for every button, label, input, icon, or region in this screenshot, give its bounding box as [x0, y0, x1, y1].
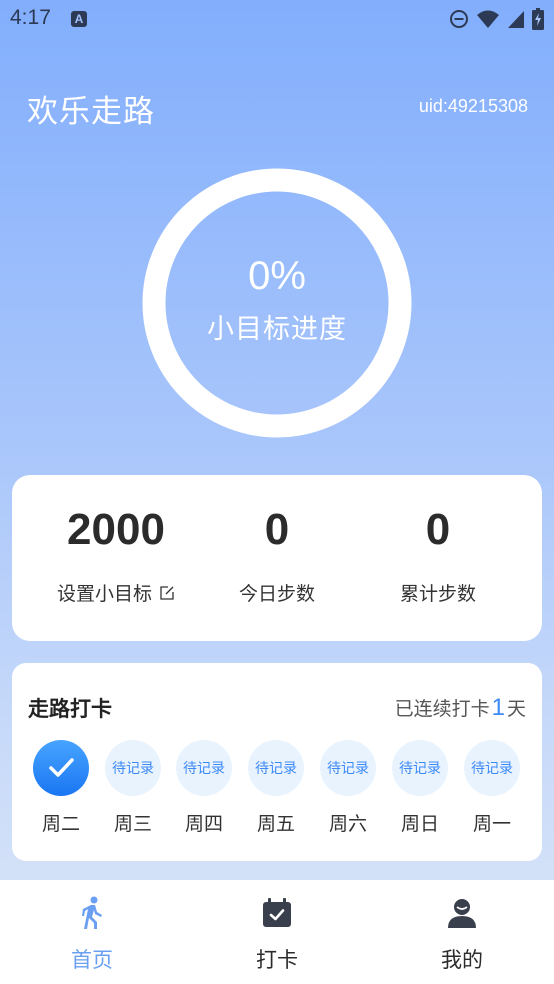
day-item[interactable]: 待记录 周五 [240, 740, 312, 836]
user-id: uid:49215308 [418, 96, 528, 116]
day-label: 周一 [472, 813, 511, 835]
day-circle-pending[interactable]: 待记录 [105, 740, 161, 796]
day-circle-pending[interactable]: 待记录 [176, 740, 232, 796]
bottom-nav: 首页 打卡 我的 [0, 880, 554, 984]
notification-app-icon: A [71, 11, 87, 27]
day-label: 周日 [400, 813, 439, 835]
edit-icon[interactable] [159, 585, 175, 601]
day-item[interactable]: 待记录 周三 [97, 740, 169, 836]
day-item[interactable]: 待记录 周四 [168, 740, 240, 836]
streak-suffix: 天 [506, 698, 526, 720]
streak-text: 已连续打卡 1 天 [395, 694, 526, 722]
stats-card: 2000 设置小目标 0 今日步数 0 累计步数 [12, 475, 542, 641]
calendar-check-icon [207, 896, 347, 930]
day-circle-pending[interactable]: 待记录 [320, 740, 376, 796]
stat-total-steps: 0 累计步数 [350, 475, 526, 606]
day-circle-pending[interactable]: 待记录 [464, 740, 520, 796]
day-label: 周二 [41, 813, 80, 835]
goal-progress-ring: 0% 小目标进度 [142, 168, 412, 438]
stat-today-steps: 0 今日步数 [189, 475, 365, 606]
day-circle-pending[interactable]: 待记录 [392, 740, 448, 796]
set-goal-button[interactable]: 设置小目标 [57, 579, 175, 606]
today-steps-label: 今日步数 [238, 583, 315, 605]
nav-checkin[interactable]: 打卡 [207, 880, 347, 974]
goal-value: 2000 [67, 505, 165, 554]
day-label: 周三 [113, 813, 152, 835]
wifi-icon [476, 9, 500, 29]
weekday-checkin-row: 周二 待记录 周三 待记录 周四 待记录 周五 待记录 周六 待记录 周日 待记… [12, 740, 542, 850]
today-steps-value: 0 [264, 505, 290, 554]
battery-charging-icon [532, 8, 544, 30]
stat-goal[interactable]: 2000 设置小目标 [28, 475, 204, 606]
day-label: 周四 [184, 813, 223, 835]
progress-ring-center: 0% 小目标进度 [142, 168, 412, 438]
progress-percent: 0% [248, 254, 306, 298]
do-not-disturb-icon [449, 9, 469, 29]
nav-profile[interactable]: 我的 [392, 880, 532, 974]
set-goal-label: 设置小目标 [56, 583, 152, 605]
total-steps-label: 累计步数 [399, 583, 476, 605]
day-circle-pending[interactable]: 待记录 [248, 740, 304, 796]
nav-home[interactable]: 首页 [22, 880, 162, 974]
status-icons [449, 8, 544, 30]
total-steps-value: 0 [425, 505, 451, 554]
checkin-title: 走路打卡 [28, 697, 112, 721]
day-item[interactable]: 待记录 周日 [384, 740, 456, 836]
app-title: 欢乐走路 [27, 94, 155, 130]
day-circle-done[interactable] [33, 740, 89, 796]
nav-profile-label: 我的 [441, 948, 483, 972]
day-item[interactable]: 周二 [25, 740, 97, 836]
walking-icon [22, 896, 162, 930]
day-item[interactable]: 待记录 周一 [456, 740, 528, 836]
progress-label: 小目标进度 [207, 314, 347, 345]
status-bar: 4:17 A [0, 0, 554, 40]
status-time: 4:17 [10, 6, 51, 29]
day-item[interactable]: 待记录 周六 [312, 740, 384, 836]
streak-count: 1 [491, 694, 505, 721]
user-icon [392, 896, 532, 930]
checkmark-icon [49, 758, 74, 777]
checkin-card: 走路打卡 已连续打卡 1 天 周二 待记录 周三 待记录 周四 待记录 周五 待… [12, 663, 542, 861]
nav-home-label: 首页 [71, 948, 113, 972]
streak-prefix: 已连续打卡 [394, 698, 490, 720]
day-label: 周五 [256, 813, 295, 835]
cell-signal-icon [507, 9, 525, 29]
day-label: 周六 [328, 813, 367, 835]
nav-checkin-label: 打卡 [256, 948, 298, 972]
